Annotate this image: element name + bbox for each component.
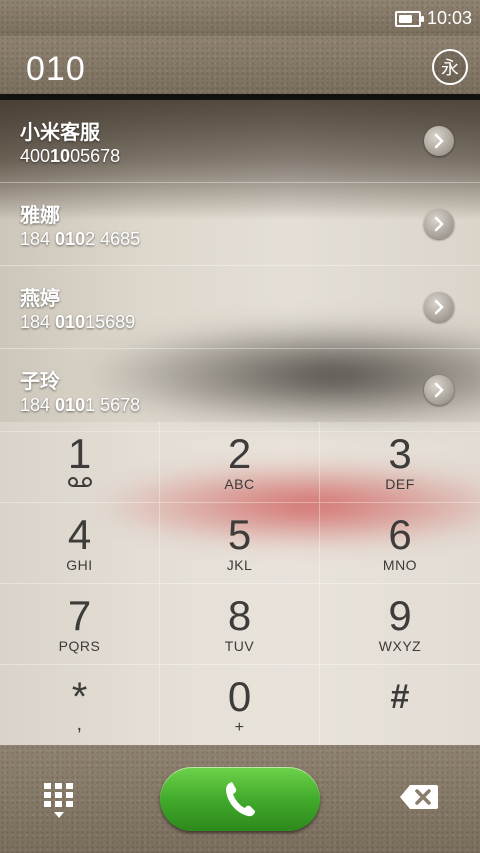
contact-name: 燕婷 xyxy=(20,288,60,310)
number-suffix: 15689 xyxy=(85,312,136,332)
contact-detail-button[interactable] xyxy=(424,126,454,156)
contact-number: 184 0101 5678 xyxy=(20,395,140,416)
key-letters: DEF xyxy=(385,476,415,492)
contact-row[interactable]: 燕婷 184 01015689 xyxy=(0,266,480,349)
number-match: 010 xyxy=(55,312,86,332)
contact-number: 184 01015689 xyxy=(20,312,135,333)
contact-row[interactable]: 子玲 184 0101 5678 xyxy=(0,349,480,432)
number-prefix: 184 xyxy=(20,229,56,249)
key-3[interactable]: 3 DEF xyxy=(320,422,480,503)
contact-name: 雅娜 xyxy=(20,205,60,227)
key-digit: 5 xyxy=(227,511,252,558)
number-match: 10 xyxy=(50,146,71,166)
key-hash[interactable]: # xyxy=(320,665,480,745)
number-prefix: 184 xyxy=(20,312,56,332)
key-star[interactable]: * , xyxy=(0,665,160,745)
key-letters: ABC xyxy=(224,476,255,492)
contact-name: 小米客服 xyxy=(20,122,100,144)
number-match: 010 xyxy=(55,229,86,249)
status-time: 10:03 xyxy=(426,8,472,28)
key-letters: WXYZ xyxy=(378,638,422,654)
key-letters: + xyxy=(234,719,245,736)
status-right: 10:03 xyxy=(394,8,472,29)
backspace-button[interactable] xyxy=(398,783,440,811)
key-0[interactable]: 0 + xyxy=(160,665,320,745)
call-button[interactable] xyxy=(160,767,320,831)
number-match: 010 xyxy=(55,395,86,415)
dialed-number[interactable]: 010 xyxy=(26,50,86,89)
key-digit: 2 xyxy=(227,430,252,477)
number-suffix: 2 4685 xyxy=(85,229,141,249)
key-digit: 7 xyxy=(67,592,92,639)
key-digit: 1 xyxy=(67,430,92,477)
key-digit: 8 xyxy=(227,592,252,639)
keypad-toggle-button[interactable] xyxy=(42,781,76,821)
contact-suggestion-list: 小米客服 4001005678 雅娜 184 0102 4685 燕婷 184 … xyxy=(0,100,480,432)
key-5[interactable]: 5 JKL xyxy=(160,503,320,584)
key-digit: 6 xyxy=(388,511,412,558)
number-prefix: 400 xyxy=(20,146,51,166)
key-letters: JKL xyxy=(226,557,253,573)
key-9[interactable]: 9 WXYZ xyxy=(320,584,480,665)
dial-header: 010 永 xyxy=(0,36,480,94)
contact-detail-button[interactable] xyxy=(424,292,454,322)
number-prefix: 184 xyxy=(20,395,56,415)
key-digit: 3 xyxy=(388,430,412,477)
voicemail-icon xyxy=(67,477,92,487)
key-6[interactable]: 6 MNO xyxy=(320,503,480,584)
key-letters: , xyxy=(76,713,83,735)
key-digit: # xyxy=(390,678,410,716)
contact-name: 子玲 xyxy=(20,371,60,393)
key-digit: * xyxy=(71,675,88,719)
chevron-right-icon xyxy=(434,216,444,232)
battery-level xyxy=(398,14,412,23)
dial-keypad: 1 2 ABC 3 DEF 4 GHI 5 JKL 6 MNO 7 PQRS 8… xyxy=(0,422,480,745)
chevron-right-icon xyxy=(434,382,444,398)
number-suffix: 1 5678 xyxy=(85,395,141,415)
contact-detail-button[interactable] xyxy=(424,209,454,239)
key-4[interactable]: 4 GHI xyxy=(0,503,160,584)
backspace-icon xyxy=(400,785,438,809)
contact-row[interactable]: 雅娜 184 0102 4685 xyxy=(0,183,480,266)
battery-icon xyxy=(394,10,424,27)
key-1[interactable]: 1 xyxy=(0,422,160,503)
key-2[interactable]: 2 ABC xyxy=(160,422,320,503)
number-suffix: 05678 xyxy=(70,146,121,166)
key-digit: 4 xyxy=(67,511,92,558)
key-8[interactable]: 8 TUV xyxy=(160,584,320,665)
contact-row[interactable]: 小米客服 4001005678 xyxy=(0,100,480,183)
keypad-grid-icon xyxy=(44,783,73,818)
account-avatar-button[interactable]: 永 xyxy=(432,49,468,85)
chevron-right-icon xyxy=(434,133,444,149)
contact-number: 4001005678 xyxy=(20,146,120,167)
contact-number: 184 0102 4685 xyxy=(20,229,140,250)
chevron-right-icon xyxy=(434,299,444,315)
key-digit: 0 xyxy=(227,673,252,720)
key-letters: GHI xyxy=(66,557,93,573)
phone-handset-icon xyxy=(226,782,255,817)
key-7[interactable]: 7 PQRS xyxy=(0,584,160,665)
status-bar: 10:03 xyxy=(0,0,480,36)
key-digit: 9 xyxy=(388,592,412,639)
key-letters: PQRS xyxy=(58,638,101,654)
key-letters: MNO xyxy=(382,557,418,573)
key-letters: TUV xyxy=(224,638,255,654)
contact-detail-button[interactable] xyxy=(424,375,454,405)
bottom-action-bar xyxy=(0,745,480,853)
